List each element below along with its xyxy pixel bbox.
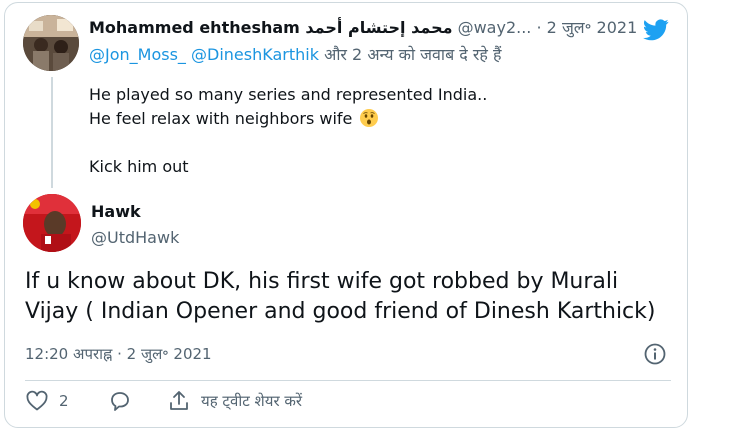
heart-icon [26, 390, 48, 411]
tweet2-text: If u know about DK, his first wife got r… [25, 269, 656, 324]
tweet1-line-2-text: He feel relax with neighbors wife [89, 109, 353, 128]
tweet2-timestamp[interactable]: 12:20 अपराह्न · 2 जुल॰ 2021 [25, 343, 212, 365]
share-label: यह ट्वीट शेयर करें [201, 392, 303, 410]
thread-connector-line [51, 77, 53, 188]
twitter-bird-icon[interactable] [643, 19, 669, 41]
avatar-mohammed[interactable] [23, 15, 79, 71]
tweet1-text: He played so many series and represented… [89, 83, 487, 179]
tweet1-line-4: Kick him out [89, 157, 189, 176]
tweet1-header: Mohammed ehthesham محمد إحتشام أحمد @way… [89, 17, 637, 39]
tweet1-separator: · [536, 18, 542, 37]
reply-button[interactable] [108, 389, 132, 413]
info-icon[interactable] [643, 342, 667, 366]
tweet1-line-1: He played so many series and represented… [89, 85, 488, 104]
tweet1-author-name[interactable]: Mohammed ehthesham محمد إحتشام أحمد [89, 18, 453, 37]
like-count: 2 [59, 392, 69, 410]
tweet2-handle[interactable]: @UtdHawk [91, 227, 179, 249]
mention-jon-moss[interactable]: @Jon_Moss_ [89, 45, 186, 64]
share-tweet-button[interactable]: यह ट्वीट शेयर करें [167, 389, 302, 413]
avatar-hawk[interactable] [23, 194, 81, 252]
replying-to-line: @Jon_Moss_ @DineshKarthik और 2 अन्य को ज… [89, 43, 502, 67]
tweet1-line-3 [89, 131, 487, 155]
like-button[interactable]: 2 [25, 389, 69, 413]
tweet1-line-2: He feel relax with neighbors wife [89, 107, 487, 131]
reply-bubble-icon [111, 392, 129, 411]
mention-dinesh-karthik[interactable]: @DineshKarthik [191, 45, 319, 64]
actions-divider [25, 380, 671, 381]
astonished-face-emoji [359, 109, 378, 127]
tweet1-date[interactable]: 2 जुल॰ 2021 [547, 18, 638, 37]
tweet1-handle[interactable]: @way2... [458, 18, 532, 37]
tweet-embed-card: Mohammed ehthesham محمد إحتشام أحمد @way… [4, 2, 688, 428]
tweet2-author-name[interactable]: Hawk [91, 201, 141, 223]
share-icon [170, 391, 188, 410]
replying-others-text: और 2 अन्य को जवाब दे रहे हैं [324, 45, 502, 64]
